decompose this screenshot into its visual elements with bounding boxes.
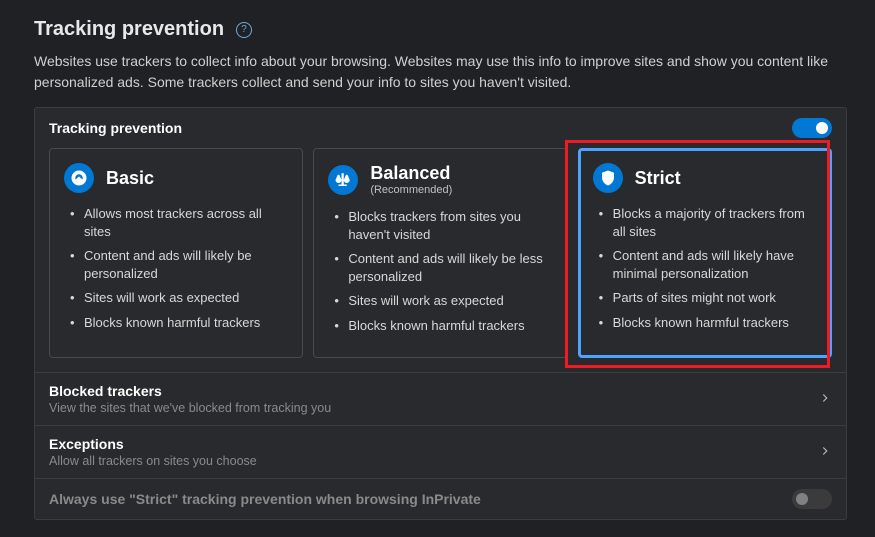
tracking-prevention-toggle[interactable] xyxy=(792,118,832,138)
list-item: Content and ads will likely be personali… xyxy=(70,247,288,282)
page-description: Websites use trackers to collect info ab… xyxy=(34,51,847,93)
inprivate-strict-toggle[interactable] xyxy=(792,489,832,509)
chevron-right-icon xyxy=(818,391,832,408)
balance-scales-icon xyxy=(328,165,358,195)
card-balanced-title: Balanced xyxy=(370,163,452,184)
card-strict-title: Strict xyxy=(635,168,681,189)
page-title-row: Tracking prevention ? xyxy=(34,18,847,41)
tracking-panel: Tracking prevention Basic Allows most tr… xyxy=(34,107,847,520)
row-blocked-trackers[interactable]: Blocked trackers View the sites that we'… xyxy=(35,372,846,425)
card-basic-title: Basic xyxy=(106,168,154,189)
list-item: Sites will work as expected xyxy=(70,289,288,307)
basic-icon xyxy=(64,163,94,193)
row-inprivate-strict: Always use "Strict" tracking prevention … xyxy=(35,478,846,519)
card-balanced[interactable]: Balanced (Recommended) Blocks trackers f… xyxy=(313,148,567,358)
list-item: Parts of sites might not work xyxy=(599,289,817,307)
row-exceptions-title: Exceptions xyxy=(49,436,257,452)
row-blocked-sub: View the sites that we've blocked from t… xyxy=(49,401,331,415)
list-item: Blocks known harmful trackers xyxy=(599,314,817,332)
card-strict-bullets: Blocks a majority of trackers from all s… xyxy=(593,205,817,331)
list-item: Content and ads will likely be less pers… xyxy=(334,250,552,285)
help-icon[interactable]: ? xyxy=(236,22,252,38)
card-basic-bullets: Allows most trackers across all sites Co… xyxy=(64,205,288,331)
card-basic-head: Basic xyxy=(64,163,288,193)
list-item: Blocks trackers from sites you haven't v… xyxy=(334,208,552,243)
card-balanced-bullets: Blocks trackers from sites you haven't v… xyxy=(328,208,552,334)
panel-header: Tracking prevention xyxy=(35,108,846,146)
list-item: Sites will work as expected xyxy=(334,292,552,310)
level-cards: Basic Allows most trackers across all si… xyxy=(35,146,846,372)
card-balanced-head: Balanced (Recommended) xyxy=(328,163,552,196)
list-item: Content and ads will likely have minimal… xyxy=(599,247,817,282)
card-balanced-subtitle: (Recommended) xyxy=(370,184,452,196)
row-exceptions[interactable]: Exceptions Allow all trackers on sites y… xyxy=(35,425,846,478)
card-strict[interactable]: Strict Blocks a majority of trackers fro… xyxy=(578,148,832,358)
shield-icon xyxy=(593,163,623,193)
row-inprivate-title: Always use "Strict" tracking prevention … xyxy=(49,491,481,507)
panel-heading: Tracking prevention xyxy=(49,120,182,136)
list-item: Blocks known harmful trackers xyxy=(334,317,552,335)
list-item: Blocks known harmful trackers xyxy=(70,314,288,332)
row-blocked-title: Blocked trackers xyxy=(49,383,331,399)
card-basic[interactable]: Basic Allows most trackers across all si… xyxy=(49,148,303,358)
chevron-right-icon xyxy=(818,444,832,461)
page-title: Tracking prevention xyxy=(34,18,224,41)
row-exceptions-sub: Allow all trackers on sites you choose xyxy=(49,454,257,468)
list-item: Blocks a majority of trackers from all s… xyxy=(599,205,817,240)
card-strict-head: Strict xyxy=(593,163,817,193)
list-item: Allows most trackers across all sites xyxy=(70,205,288,240)
